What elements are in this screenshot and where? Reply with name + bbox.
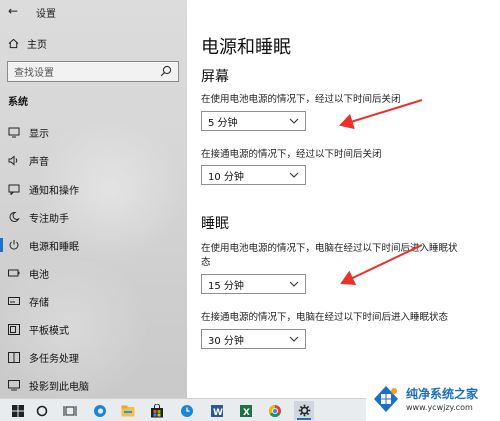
sidebar-item-focus-assist[interactable]: 专注助手 [0, 207, 187, 227]
sidebar-item-display[interactable]: 显示 [0, 122, 187, 142]
sidebar-item-label: 电池 [29, 269, 49, 281]
sidebar-item-label: 平板模式 [29, 325, 69, 337]
sleep-plugged-dropdown[interactable]: 30 分钟 [201, 329, 306, 349]
dropdown-value: 10 分钟 [208, 171, 244, 183]
watermark-text: 纯净系统之家 www.ycwjzy.com [406, 385, 478, 412]
tablet-icon [8, 323, 20, 335]
multitasking-icon [8, 351, 20, 363]
chevron-down-icon [289, 172, 299, 178]
chevron-down-icon [289, 281, 299, 287]
search-placeholder: 查找设置 [14, 68, 54, 79]
search-icon[interactable] [160, 65, 172, 77]
app-title: 设置 [36, 9, 56, 20]
sidebar-item-sound[interactable]: 声音 [0, 150, 187, 170]
clock-app-icon[interactable] [177, 401, 197, 420]
sleep-battery-description: 在使用电池电源的情况下，电脑在经过以下时间后进入睡眠状态 [201, 243, 458, 268]
chevron-down-icon [289, 118, 299, 124]
monitor-icon [8, 126, 20, 138]
dropdown-value: 30 分钟 [208, 335, 244, 347]
sidebar-item-label: 多任务处理 [29, 353, 79, 365]
section-heading-screen: 屏幕 [201, 69, 229, 85]
watermark: 纯净系统之家 www.ycwjzy.com [366, 376, 500, 421]
search-input[interactable]: 查找设置 [7, 61, 179, 82]
excel-icon[interactable]: X [236, 401, 256, 420]
sidebar-item-project[interactable]: 投影到此电脑 [0, 375, 187, 395]
sidebar-item-label: 投影到此电脑 [29, 381, 89, 393]
dropdown-value: 15 分钟 [208, 280, 244, 292]
active-indicator [0, 238, 3, 252]
store-icon[interactable] [147, 401, 167, 420]
dropdown-value: 5 分钟 [208, 117, 238, 129]
sleep-plugged-description: 在接通电源的情况下，电脑在经过以下时间后进入睡眠状态 [201, 312, 449, 323]
word-icon[interactable]: W [207, 401, 227, 420]
moon-icon [8, 211, 20, 223]
speaker-icon [8, 154, 20, 166]
home-icon [8, 38, 19, 49]
edge-icon[interactable] [90, 401, 110, 420]
chevron-down-icon [289, 336, 299, 342]
sidebar-item-label: 声音 [29, 156, 49, 168]
sidebar-item-power-sleep[interactable]: 电源和睡眠 [0, 235, 187, 255]
back-arrow-icon[interactable]: ← [8, 4, 18, 18]
sidebar-item-home[interactable]: 主页 [8, 36, 47, 51]
svg-text:X: X [243, 408, 250, 418]
sidebar: ← 设置 主页 查找设置 系统 显示 声音 通知和操作 专注助手 电源和睡眠 电… [0, 0, 187, 398]
sleep-battery-dropdown[interactable]: 15 分钟 [201, 274, 306, 294]
screen-battery-dropdown[interactable]: 5 分钟 [201, 111, 306, 131]
sidebar-item-multitasking[interactable]: 多任务处理 [0, 347, 187, 367]
section-label-system: 系统 [8, 97, 28, 108]
page-title: 电源和睡眠 [201, 37, 291, 58]
screen-plugged-dropdown[interactable]: 10 分钟 [201, 165, 306, 185]
sidebar-item-label: 电源和睡眠 [29, 241, 79, 253]
sidebar-item-label: 通知和操作 [29, 185, 79, 197]
project-icon [8, 379, 20, 391]
task-view-icon[interactable] [60, 401, 80, 420]
battery-icon [8, 267, 20, 279]
section-heading-sleep: 睡眠 [201, 216, 229, 232]
watermark-name: 纯净系统之家 [406, 387, 479, 401]
notification-icon [8, 183, 20, 195]
sidebar-item-label: 显示 [29, 128, 49, 140]
screen-battery-description: 在使用电池电源的情况下，经过以下时间后关闭 [201, 94, 401, 105]
watermark-logo-icon [374, 385, 398, 412]
sidebar-item-tablet-mode[interactable]: 平板模式 [0, 319, 187, 339]
sidebar-item-storage[interactable]: 存储 [0, 291, 187, 311]
settings-gear-icon[interactable] [294, 401, 314, 420]
chrome-icon[interactable] [265, 401, 285, 420]
sidebar-item-battery[interactable]: 电池 [0, 263, 187, 283]
windows-start-icon[interactable] [8, 401, 28, 420]
svg-text:W: W [213, 408, 223, 418]
watermark-url: www.ycwjzy.com [406, 403, 473, 412]
power-icon [8, 239, 20, 251]
screen-plugged-description: 在接通电源的情况下，经过以下时间后关闭 [201, 149, 382, 160]
sidebar-item-label: 存储 [29, 297, 49, 309]
main-panel: 电源和睡眠 屏幕 在使用电池电源的情况下，经过以下时间后关闭 5 分钟 在接通电… [187, 0, 500, 398]
storage-icon [8, 295, 20, 307]
sidebar-item-label: 专注助手 [29, 213, 69, 225]
cortana-icon[interactable] [32, 401, 52, 420]
sidebar-item-notifications[interactable]: 通知和操作 [0, 179, 187, 199]
file-explorer-icon[interactable] [118, 401, 138, 420]
home-label: 主页 [27, 40, 47, 51]
